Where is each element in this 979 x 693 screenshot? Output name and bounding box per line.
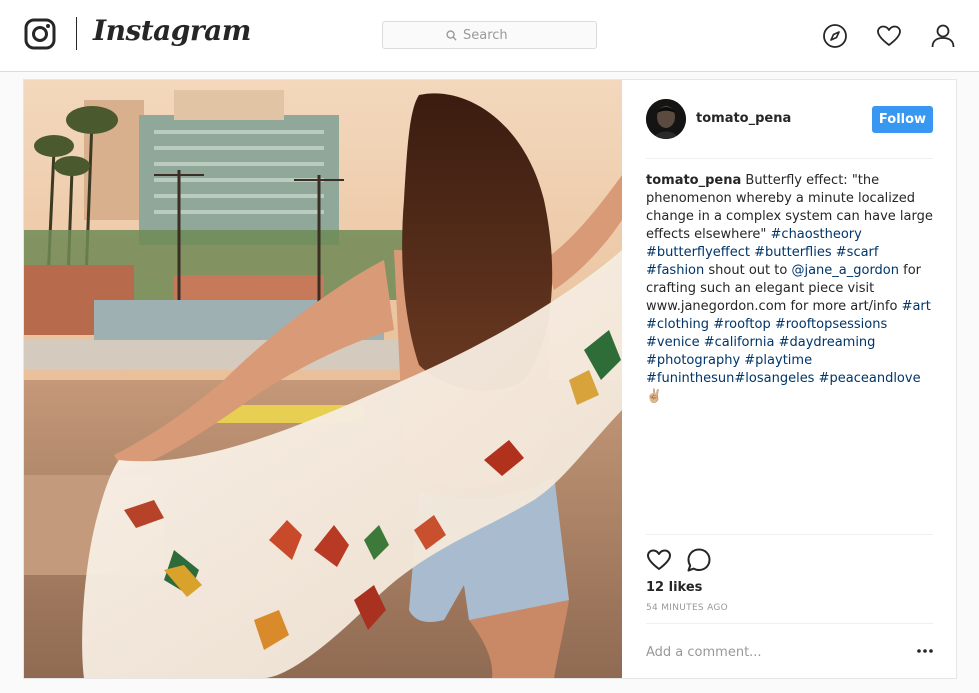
- comment-bubble-icon[interactable]: [686, 547, 712, 573]
- caption-hashtag-link[interactable]: #butterflyeffect: [646, 245, 750, 260]
- author-avatar[interactable]: [646, 99, 686, 139]
- author-username[interactable]: tomato_pena: [696, 111, 791, 126]
- caption-hashtag-link[interactable]: #venice: [646, 335, 700, 350]
- like-count[interactable]: 12 likes: [646, 580, 702, 595]
- caption-hashtag-link[interactable]: #photography: [646, 353, 740, 368]
- explore-compass-icon[interactable]: [822, 23, 848, 49]
- caption-hashtag-link[interactable]: #clothing: [646, 317, 709, 332]
- caption-hashtag-link[interactable]: #scarf: [836, 245, 879, 260]
- caption-hashtag-link[interactable]: #art: [902, 299, 931, 314]
- post-timestamp[interactable]: 54 MINUTES AGO: [646, 603, 728, 613]
- profile-person-icon[interactable]: [930, 23, 956, 49]
- post-photo[interactable]: [24, 80, 622, 678]
- caption-text-segment: ✌🏼: [646, 389, 663, 404]
- instagram-logo-icon[interactable]: [24, 18, 56, 50]
- post-actions: 12 likes 54 MINUTES AGO: [646, 534, 933, 613]
- comment-input[interactable]: [646, 640, 896, 664]
- comment-section: [646, 623, 933, 678]
- post-caption: tomato_pena Butterfly effect: "the pheno…: [646, 172, 933, 406]
- post-header: tomato_pena Follow: [646, 80, 933, 159]
- caption-hashtag-link[interactable]: #fashion: [646, 263, 704, 278]
- activity-heart-icon[interactable]: [876, 23, 902, 49]
- caption-text: Butterfly effect: "the phenomenon whereb…: [646, 173, 933, 404]
- caption-hashtag-link[interactable]: #playtime: [744, 353, 812, 368]
- caption-text-segment: shout out to: [704, 263, 792, 278]
- caption-hashtag-link[interactable]: #california: [704, 335, 775, 350]
- post-card: tomato_pena Follow tomato_pena Butterfly…: [23, 79, 957, 679]
- caption-hashtag-link[interactable]: #funinthesun: [646, 371, 734, 386]
- post-photo-image: [24, 80, 622, 678]
- search-box[interactable]: [382, 21, 597, 49]
- search-input[interactable]: [463, 27, 533, 43]
- search-icon: [446, 29, 457, 41]
- post-sidebar: tomato_pena Follow tomato_pena Butterfly…: [622, 80, 956, 678]
- logo-divider: [76, 17, 77, 50]
- instagram-wordmark[interactable]: Instagram: [93, 14, 251, 47]
- caption-hashtag-link[interactable]: @jane_a_gordon: [791, 263, 899, 278]
- more-options-icon[interactable]: [916, 642, 934, 660]
- caption-hashtag-link[interactable]: #rooftopsessions: [775, 317, 887, 332]
- follow-button[interactable]: Follow: [872, 106, 933, 133]
- caption-hashtag-link[interactable]: #chaostheory: [771, 227, 862, 242]
- caption-hashtag-link[interactable]: #peaceandlove: [819, 371, 921, 386]
- caption-username[interactable]: tomato_pena: [646, 173, 741, 188]
- caption-hashtag-link[interactable]: #rooftop: [713, 317, 771, 332]
- caption-hashtag-link[interactable]: #daydreaming: [779, 335, 876, 350]
- caption-hashtag-link[interactable]: #butterflies: [754, 245, 832, 260]
- like-heart-icon[interactable]: [646, 547, 672, 573]
- caption-hashtag-link[interactable]: #losangeles: [734, 371, 814, 386]
- top-nav-bar: Instagram: [0, 0, 979, 72]
